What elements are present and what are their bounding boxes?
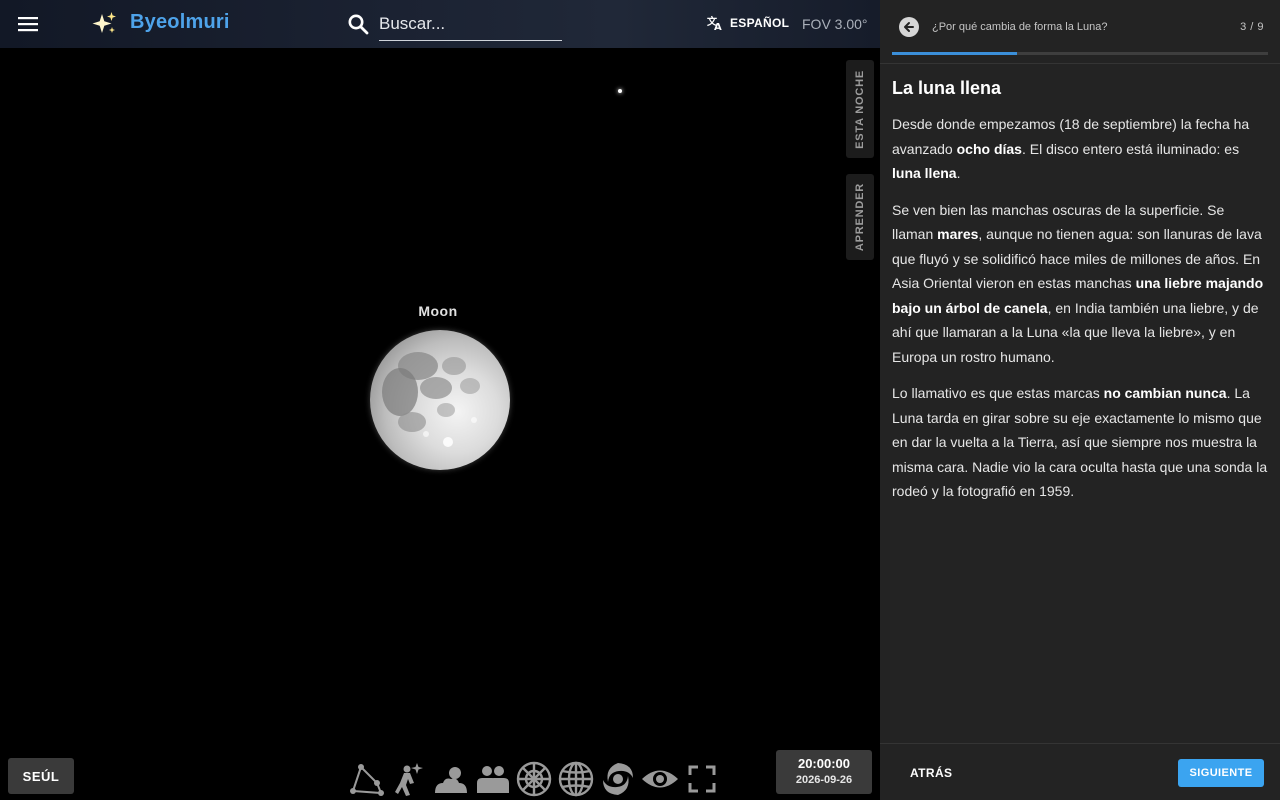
night-mode-eye-icon [642, 770, 678, 788]
time-value: 20:00:00 [797, 756, 851, 771]
constellation-lines-button[interactable] [346, 760, 386, 798]
deep-sky-objects-icon [603, 763, 633, 795]
lesson-text: . La Luna tarda en girar sobre su eje ex… [892, 385, 1268, 499]
tab-learn[interactable]: APRENDER [846, 174, 874, 260]
azimuthal-grid-icon [516, 761, 552, 797]
constellation-lines-icon [350, 764, 384, 796]
language-label: ESPAÑOL [730, 15, 790, 30]
lesson-emphasis: mares [937, 226, 979, 242]
lesson-text: Lo llamativo es que estas marcas [892, 385, 1104, 401]
date-value: 2026-09-26 [795, 774, 853, 786]
search-input[interactable] [379, 8, 562, 41]
moon[interactable] [370, 330, 510, 470]
location-button[interactable]: SEÚL [8, 758, 74, 794]
equatorial-grid-button[interactable] [556, 760, 596, 798]
tab-tonight[interactable]: ESTA NOCHE [846, 60, 874, 158]
tour-step-counter: 3 / 9 [1240, 21, 1264, 33]
constellation-figures-button[interactable] [388, 760, 428, 798]
tour-progress-bar [892, 52, 1268, 55]
date-time-button[interactable]: 20:00:00 2026-09-26 [776, 750, 872, 794]
atmosphere-button[interactable] [430, 760, 470, 798]
hamburger-menu-icon [18, 17, 38, 32]
next-button[interactable]: SIGUIENTE [1178, 759, 1264, 787]
fullscreen-button[interactable] [682, 760, 722, 798]
lesson-paragraph: Se ven bien las manchas oscuras de la su… [892, 198, 1268, 370]
menu-button[interactable] [10, 6, 46, 42]
night-mode-button[interactable] [640, 760, 680, 798]
azimuthal-grid-button[interactable] [514, 760, 554, 798]
tab-tonight-label: ESTA NOCHE [854, 69, 866, 149]
moon-surface [382, 352, 480, 447]
tour-panel: ¿Por qué cambia de forma la Luna? 3 / 9 … [880, 0, 1280, 800]
equatorial-grid-icon [558, 761, 594, 797]
landscape-icon [477, 766, 509, 793]
constellation-figures-icon [395, 763, 423, 796]
app-title: Byeolmuri [130, 11, 230, 33]
tour-header: ¿Por qué cambia de forma la Luna? 3 / 9 [880, 0, 1280, 64]
view-toolbar [346, 760, 722, 798]
lesson-emphasis: luna llena [892, 165, 957, 181]
svg-text:A: A [714, 22, 722, 31]
tab-learn-label: APRENDER [854, 182, 866, 252]
lesson-heading: La luna llena [892, 78, 1002, 98]
lesson-paragraph: Lo llamativo es que estas marcas no camb… [892, 381, 1268, 504]
fullscreen-icon [688, 765, 716, 793]
moon-label: Moon [418, 303, 458, 319]
sparkles-icon [92, 12, 116, 33]
landscape-button[interactable] [472, 760, 512, 798]
sky-view[interactable]: Byeolmuri 文 A ESPAÑOL FOV 3.00° ESTA NOC… [0, 0, 880, 800]
language-button[interactable]: 文 A ESPAÑOL [707, 14, 789, 31]
tour-progress-fill [892, 52, 1018, 55]
lesson-content: La luna llena Desde donde empezamos (18 … [892, 78, 1268, 516]
previous-button[interactable]: ATRÁS [898, 759, 964, 787]
search-icon [348, 14, 369, 35]
tour-footer: ATRÁS SIGUIENTE [880, 743, 1280, 800]
lesson-paragraphs: Desde donde empezamos (18 de septiembre)… [892, 112, 1268, 504]
back-button[interactable] [899, 17, 919, 37]
atmosphere-icon [435, 767, 467, 793]
tour-title: ¿Por qué cambia de forma la Luna? [932, 21, 1108, 33]
fov-readout: FOV 3.00° [802, 16, 868, 32]
deep-sky-objects-button[interactable] [598, 760, 638, 798]
star[interactable] [618, 89, 622, 93]
lesson-emphasis: ocho días [956, 140, 1022, 157]
translate-icon: 文 A [707, 15, 722, 31]
lesson-text: . El disco entero está iluminado: es [1021, 140, 1240, 157]
lesson-text: . [956, 165, 961, 181]
top-bar: Byeolmuri 文 A ESPAÑOL FOV 3.00° [0, 0, 880, 48]
lesson-emphasis: no cambian nunca [1103, 385, 1227, 401]
lesson-paragraph: Desde donde empezamos (18 de septiembre)… [892, 112, 1268, 186]
arrow-left-icon [904, 22, 914, 32]
